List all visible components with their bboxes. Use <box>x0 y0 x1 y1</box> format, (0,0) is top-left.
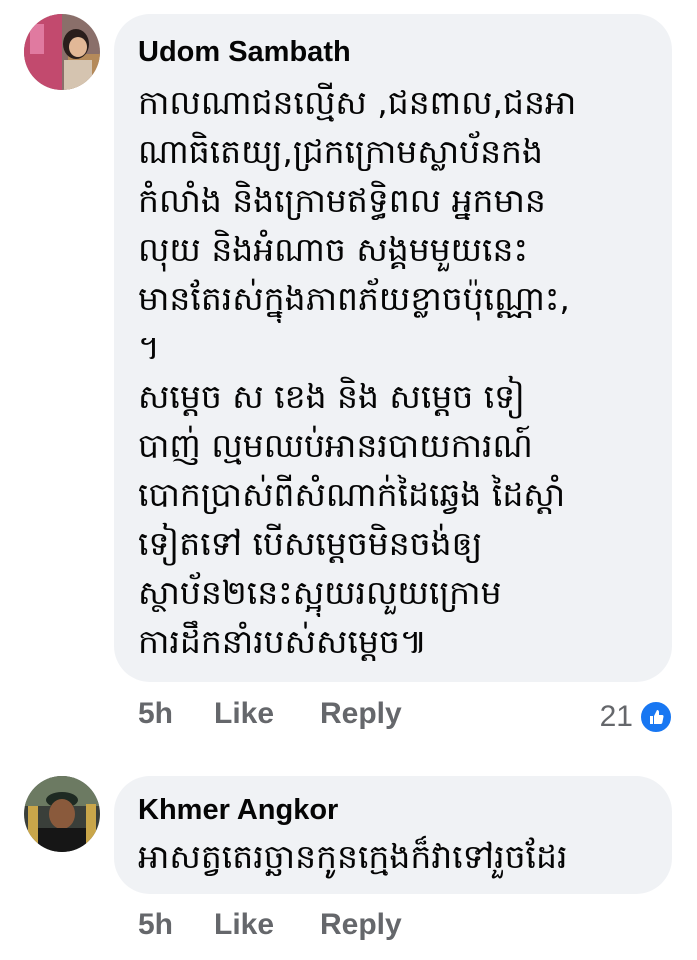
comment-text-line: កំលាំង និងក្រោមឥទ្ធិពល អ្នកមាន <box>138 181 546 220</box>
like-button[interactable]: Like <box>214 697 274 731</box>
comment-text-line: លុយ និងអំណាច សង្គមមួយនេះ <box>138 230 528 269</box>
comment-text-line: ការដឹកនាំរបស់សម្តេច៕ <box>138 622 428 661</box>
reply-button[interactable]: Reply <box>320 908 402 942</box>
avatar[interactable] <box>24 776 100 852</box>
like-button[interactable]: Like <box>214 908 274 942</box>
comment-text-line: អាសត្វតេរច្ឆានកូនក្មេងក៏វាទៅរួចដែរ <box>138 837 568 876</box>
comment-text-line: ណាធិតេយ្យ,ជ្រកក្រោមស្លាប័នកង <box>138 132 543 171</box>
comment-author[interactable]: Udom Sambath <box>138 36 351 69</box>
comment-author[interactable]: Khmer Angkor <box>138 794 338 827</box>
comment-bubble: Udom Sambath កាលណាជនល្មើស ,ជនពាល,ជនអា ណា… <box>114 14 672 682</box>
comment-bubble: Khmer Angkor អាសត្វតេរច្ឆានកូនក្មេងក៏វាទ… <box>114 776 672 894</box>
comment: Udom Sambath កាលណាជនល្មើស ,ជនពាល,ជនអា ណា… <box>0 0 697 740</box>
comment-text: អាសត្វតេរច្ឆានកូនក្មេងក៏វាទៅរួចដែរ <box>138 832 652 881</box>
reply-button[interactable]: Reply <box>320 697 402 731</box>
comment-text: កាលណាជនល្មើស ,ជនពាល,ជនអា ណាធិតេយ្យ,ជ្រកក… <box>138 78 652 666</box>
comment-text-line: បាញ់ ល្មមឈប់អានរបាយការណ៍ <box>138 426 533 465</box>
reaction-count: 21 <box>599 700 633 733</box>
comment-text-line: ។ <box>138 328 160 367</box>
avatar[interactable] <box>24 14 100 90</box>
comment-text-line: បោកប្រាស់ពីសំណាក់ដៃឆ្វេង ដៃស្តាំ <box>138 475 566 514</box>
comment-text-line: មានតែរស់ក្នុងភាពភ័យខ្លាចប៉ុណ្ណោះ, <box>138 279 570 318</box>
comment-text-line: ទៀតទៅ បើសម្តេចមិនចង់ឲ្យ <box>138 524 483 563</box>
timestamp[interactable]: 5h <box>138 908 173 942</box>
comment-text-line: ស្ថាប័ន២នេះស្អុយរលួយក្រោម <box>138 573 502 612</box>
reaction-summary[interactable]: 21 <box>600 697 673 737</box>
timestamp[interactable]: 5h <box>138 697 173 731</box>
comment-text-line: កាលណាជនល្មើស ,ជនពាល,ជនអា <box>138 83 577 122</box>
like-icon <box>639 700 673 734</box>
comment: Khmer Angkor អាសត្វតេរច្ឆានកូនក្មេងក៏វាទ… <box>0 760 697 960</box>
comment-text-line: សម្តេច ស ខេង និង សម្តេច ទៀ <box>138 377 525 416</box>
